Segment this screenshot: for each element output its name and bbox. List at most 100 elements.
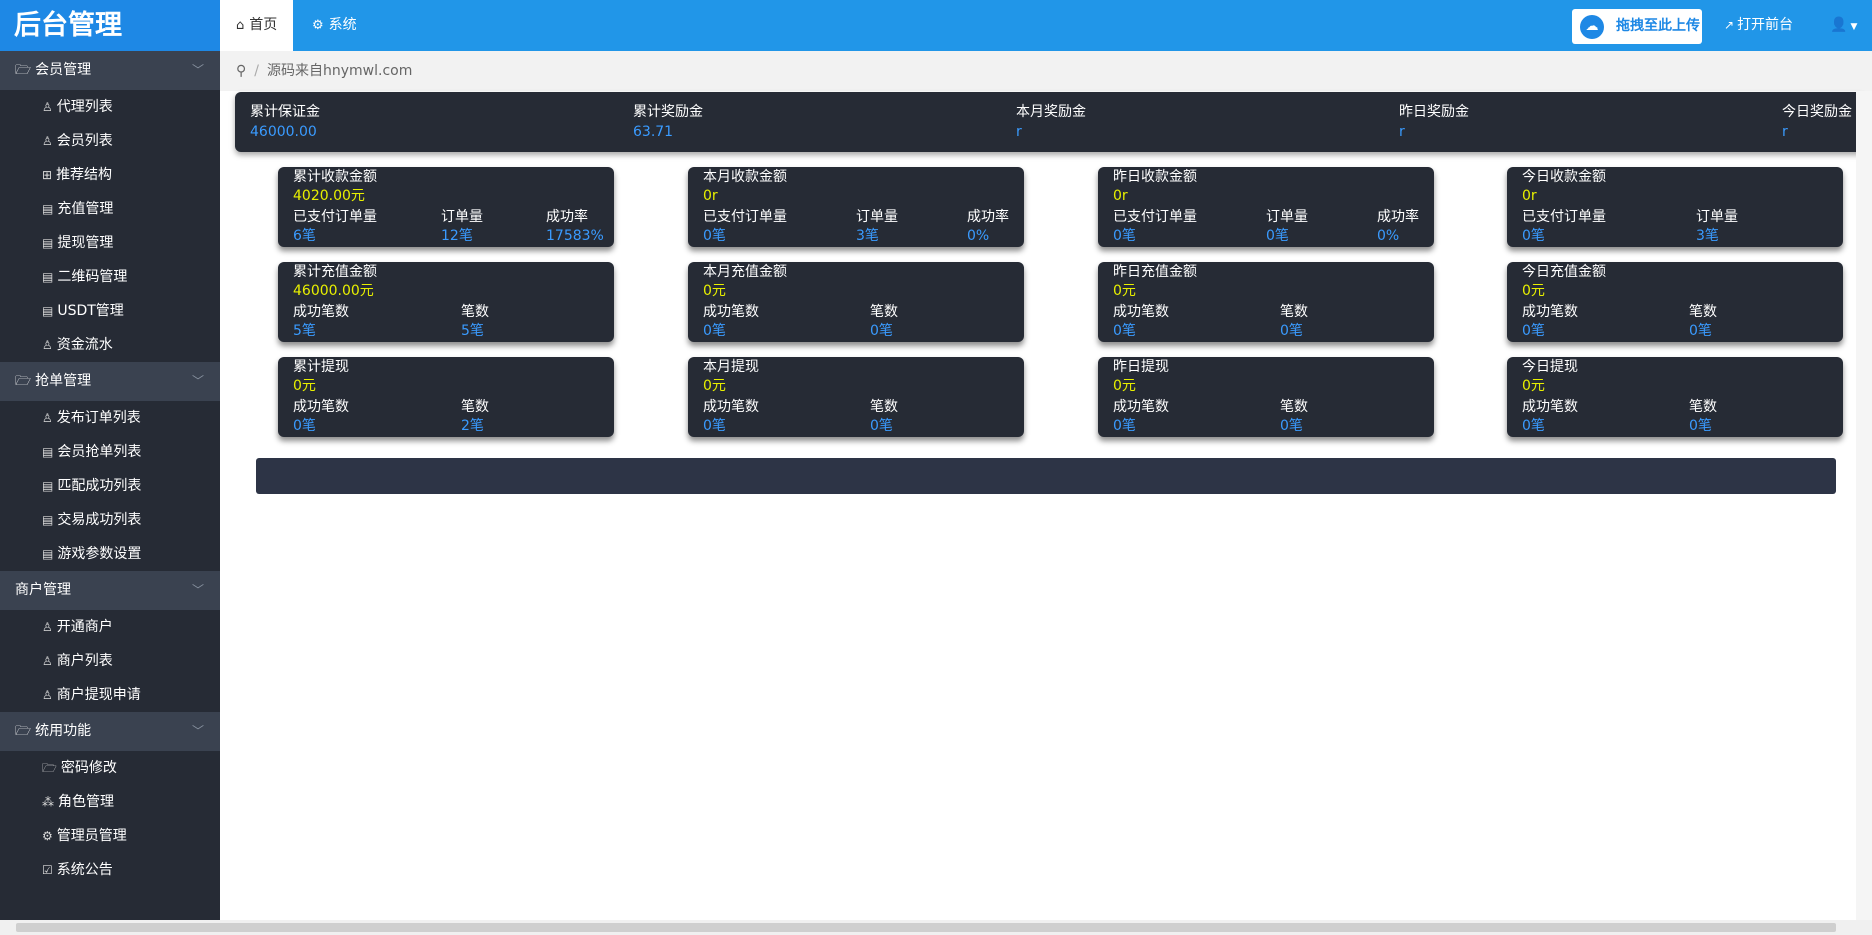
stat-value: 0笔	[1280, 323, 1303, 339]
card-month-collection: 本月收款金额 0r 已支付订单量 订单量 成功率 0笔 3笔 0%	[688, 167, 1024, 247]
card-today-withdraw: 今日提现 0元 成功笔数 笔数 0笔 0笔	[1507, 357, 1843, 437]
summary-value: 46000.00	[250, 124, 317, 140]
card-yesterday-collection: 昨日收款金额 0r 已支付订单量 订单量 成功率 0笔 0笔 0%	[1098, 167, 1434, 247]
sidebar-item-game-params[interactable]: ▤ 游戏参数设置	[0, 537, 220, 571]
sidebar: 🗁 会员管理 ﹀ ♙ 代理列表 ♙ 会员列表 ⊞ 推荐结构 ▤ 充值管理 ▤ 提现管理 ▤ 二维…	[0, 51, 220, 935]
sidebar-item-notice[interactable]: ☑ 系统公告	[0, 853, 220, 887]
sidebar-group-orders[interactable]: 🗁 抢单管理 ﹀	[0, 362, 220, 401]
upload-button[interactable]: ☁ 拖拽至此上传	[1572, 9, 1702, 44]
tab-home[interactable]: ⌂ 首页	[220, 0, 294, 51]
user-menu[interactable]: 👤 ▼	[1830, 0, 1857, 51]
sidebar-item-referral[interactable]: ⊞ 推荐结构	[0, 158, 220, 192]
sidebar-group-members[interactable]: 🗁 会员管理 ﹀	[0, 51, 220, 90]
sidebar-item-label: 发布订单列表	[56, 410, 141, 426]
stat-value: 5笔	[461, 323, 484, 339]
summary-value: r	[1782, 124, 1788, 140]
stat-value: 0笔	[1689, 418, 1712, 434]
stat-value: 0笔	[870, 323, 893, 339]
file-icon: ▤	[42, 270, 54, 284]
stat-value: 0笔	[703, 323, 726, 339]
sidebar-item-merchant-list[interactable]: ♙ 商户列表	[0, 644, 220, 678]
summary-label: 本月奖励金	[1016, 104, 1086, 120]
card-amount: 0元	[1113, 283, 1136, 299]
summary-value: r	[1016, 124, 1022, 140]
sidebar-item-usdt[interactable]: ▤ USDT管理	[0, 294, 220, 328]
sidebar-item-member-orders[interactable]: ▤ 会员抢单列表	[0, 435, 220, 469]
stat-value: 0笔	[1113, 228, 1136, 244]
sidebar-item-label: USDT管理	[57, 303, 124, 319]
cloud-icon: ☁	[1580, 15, 1604, 39]
sidebar-group-common[interactable]: 🗁 统用功能 ﹀	[0, 712, 220, 751]
sidebar-item-recharge[interactable]: ▤ 充值管理	[0, 192, 220, 226]
sidebar-item-qrcode[interactable]: ▤ 二维码管理	[0, 260, 220, 294]
upload-button-label: 拖拽至此上传	[1616, 18, 1700, 34]
card-amount: 0r	[703, 188, 718, 204]
sitemap-icon: ⁂	[42, 795, 54, 809]
summary-yesterday-reward: 昨日奖励金 r	[1399, 102, 1469, 142]
sidebar-item-label: 二维码管理	[57, 269, 128, 285]
stat-label: 成功笔数	[1113, 399, 1169, 415]
folder-open-icon: 🗁	[42, 761, 57, 775]
card-month-recharge: 本月充值金额 0元 成功笔数 笔数 0笔 0笔	[688, 262, 1024, 342]
card-title: 昨日提现	[1113, 359, 1169, 375]
chevron-down-icon: ▼	[1850, 22, 1858, 32]
card-amount: 46000.00元	[293, 283, 374, 299]
sidebar-item-agents[interactable]: ♙ 代理列表	[0, 90, 220, 124]
sidebar-item-fund-flow[interactable]: ♙ 资金流水	[0, 328, 220, 362]
sidebar-item-roles[interactable]: ⁂ 角色管理	[0, 785, 220, 819]
sidebar-item-members[interactable]: ♙ 会员列表	[0, 124, 220, 158]
tab-system[interactable]: ⚙ 系统	[296, 0, 373, 51]
sidebar-item-traded[interactable]: ▤ 交易成功列表	[0, 503, 220, 537]
stat-label: 已支付订单量	[703, 209, 787, 225]
summary-label: 昨日奖励金	[1399, 104, 1469, 120]
sidebar-item-publish-orders[interactable]: ♙ 发布订单列表	[0, 401, 220, 435]
stat-value: 0笔	[1522, 323, 1545, 339]
file-icon: ▤	[42, 479, 54, 493]
sidebar-item-withdraw[interactable]: ▤ 提现管理	[0, 226, 220, 260]
stat-label: 成功率	[967, 209, 1009, 225]
file-icon: ▤	[42, 202, 54, 216]
stat-value: 5笔	[293, 323, 316, 339]
sidebar-item-label: 角色管理	[58, 794, 114, 810]
sidebar-group-merchants[interactable]: 商户管理 ﹀	[0, 571, 220, 610]
card-title: 昨日收款金额	[1113, 169, 1197, 185]
chevron-down-icon: ﹀	[191, 63, 204, 77]
sidebar-item-label: 商户列表	[56, 653, 113, 669]
stat-value: 0笔	[1266, 228, 1289, 244]
app-logo: 后台管理	[0, 0, 220, 51]
card-amount: 4020.00元	[293, 188, 365, 204]
folder-open-icon: 🗁	[15, 374, 32, 389]
sidebar-item-password[interactable]: 🗁 密码修改	[0, 751, 220, 785]
card-amount: 0元	[1522, 283, 1545, 299]
card-today-recharge: 今日充值金额 0元 成功笔数 笔数 0笔 0笔	[1507, 262, 1843, 342]
sidebar-item-merchant-withdraw[interactable]: ♙ 商户提现申请	[0, 678, 220, 712]
folder-open-icon: 🗁	[15, 724, 32, 739]
stat-value: 6笔	[293, 228, 316, 244]
stat-label: 笔数	[1280, 399, 1308, 415]
sidebar-item-admins[interactable]: ⚙ 管理员管理	[0, 819, 220, 853]
card-title: 本月提现	[703, 359, 759, 375]
sidebar-item-label: 密码修改	[60, 760, 117, 776]
stat-label: 订单量	[1266, 209, 1308, 225]
summary-month-reward: 本月奖励金 r	[1016, 102, 1086, 142]
card-title: 今日提现	[1522, 359, 1578, 375]
vertical-scrollbar[interactable]	[1856, 91, 1872, 921]
sidebar-group-label: 商户管理	[15, 582, 71, 598]
open-front-link[interactable]: ↗ 打开前台	[1724, 0, 1793, 51]
card-yesterday-recharge: 昨日充值金额 0元 成功笔数 笔数 0笔 0笔	[1098, 262, 1434, 342]
horizontal-scrollbar[interactable]	[0, 920, 1872, 935]
card-amount: 0r	[1522, 188, 1537, 204]
card-amount: 0元	[1522, 378, 1545, 394]
card-amount: 0r	[1113, 188, 1128, 204]
stat-label: 笔数	[870, 399, 898, 415]
card-title: 今日充值金额	[1522, 264, 1606, 280]
sidebar-item-label: 会员列表	[56, 133, 113, 149]
sidebar-item-matched[interactable]: ▤ 匹配成功列表	[0, 469, 220, 503]
sidebar-item-open-merchant[interactable]: ♙ 开通商户	[0, 610, 220, 644]
sidebar-item-label: 匹配成功列表	[57, 478, 142, 494]
stat-label: 笔数	[461, 304, 489, 320]
sidebar-item-label: 游戏参数设置	[57, 546, 142, 562]
summary-today-reward: 今日奖励金 r	[1782, 102, 1852, 142]
scrollbar-thumb[interactable]	[16, 923, 1836, 932]
gear-icon: ⚙	[312, 18, 324, 33]
